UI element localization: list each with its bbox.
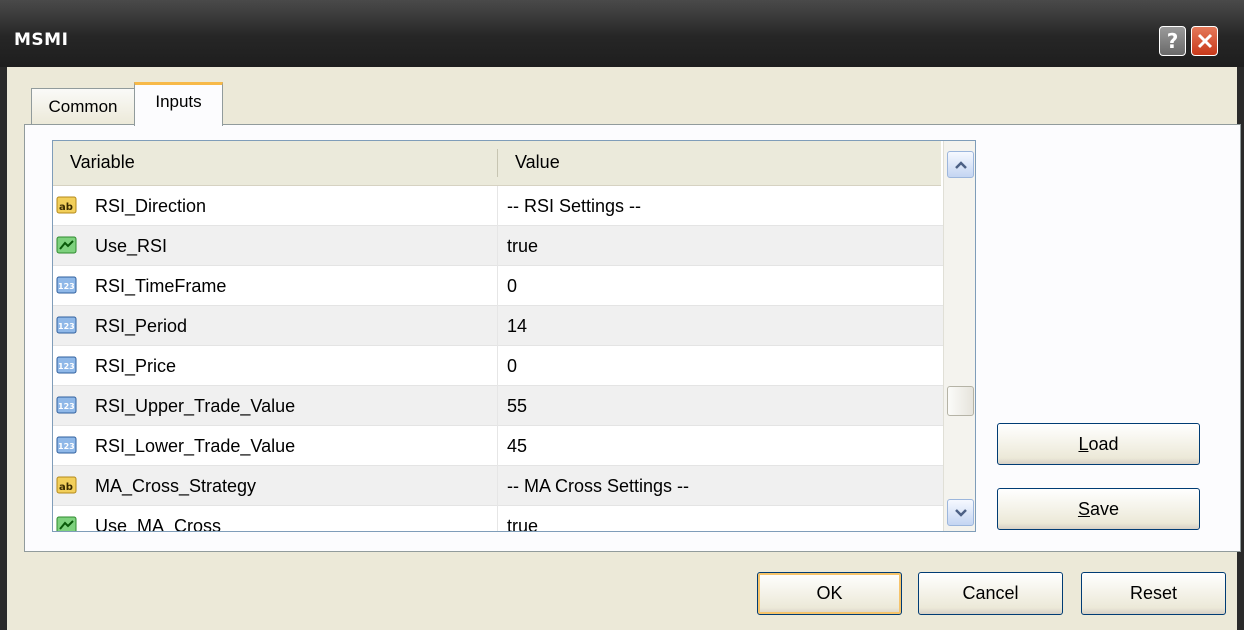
save-button[interactable]: Save — [997, 488, 1200, 530]
bool-type-icon — [56, 236, 77, 254]
chevron-down-icon — [954, 508, 967, 517]
table-row[interactable]: 123 RSI_Period 14 — [53, 306, 943, 346]
int-type-icon: 123 — [56, 356, 77, 374]
variable-name: RSI_Direction — [95, 196, 207, 216]
tab-common[interactable]: Common — [31, 88, 135, 125]
table-row[interactable]: ab RSI_Direction -- RSI Settings -- — [53, 186, 943, 226]
help-button[interactable]: ? — [1159, 26, 1186, 56]
svg-text:ab: ab — [59, 482, 73, 493]
cell-divider — [497, 426, 498, 466]
ok-button[interactable]: OK — [757, 572, 902, 615]
chevron-up-icon — [954, 160, 967, 169]
window-title: MSMI — [14, 30, 69, 50]
question-icon: ? — [1166, 29, 1179, 53]
svg-text:123: 123 — [58, 442, 75, 451]
variable-name: RSI_Lower_Trade_Value — [95, 436, 296, 456]
grid-rows: ab RSI_Direction -- RSI Settings -- Use_… — [53, 186, 943, 532]
column-divider[interactable] — [497, 149, 498, 177]
svg-text:123: 123 — [58, 402, 75, 411]
close-icon — [1197, 33, 1212, 49]
variable-name: MA_Cross_Strategy — [95, 476, 257, 496]
table-row[interactable]: Use_MA_Cross true — [53, 506, 943, 532]
cell-divider — [497, 506, 498, 531]
variable-value[interactable]: -- MA Cross Settings -- — [507, 476, 689, 497]
int-type-icon: 123 — [56, 316, 77, 334]
variable-name: Use_MA_Cross — [95, 516, 222, 532]
svg-text:123: 123 — [58, 322, 75, 331]
vertical-scrollbar[interactable] — [943, 141, 975, 531]
bool-type-icon — [56, 516, 77, 531]
table-row[interactable]: 123 RSI_TimeFrame 0 — [53, 266, 943, 306]
load-label: oad — [1088, 433, 1119, 454]
variable-value[interactable]: 14 — [507, 316, 527, 337]
scroll-down-button[interactable] — [947, 499, 974, 526]
properties-dialog: MSMI ? Common Inputs Variable Value ab R… — [0, 0, 1244, 630]
load-mnemonic: L — [1078, 433, 1089, 454]
table-row[interactable]: Use_RSI true — [53, 226, 943, 266]
cell-divider — [497, 386, 498, 426]
save-mnemonic: S — [1077, 498, 1090, 519]
table-row[interactable]: ab MA_Cross_Strategy -- MA Cross Setting… — [53, 466, 943, 506]
variable-value[interactable]: true — [507, 516, 538, 531]
column-header-value[interactable]: Value — [515, 152, 560, 173]
table-row[interactable]: 123 RSI_Upper_Trade_Value 55 — [53, 386, 943, 426]
cell-divider — [497, 466, 498, 506]
variable-name: RSI_Period — [95, 316, 188, 336]
table-row[interactable]: 123 RSI_Price 0 — [53, 346, 943, 386]
variable-name: RSI_TimeFrame — [95, 276, 227, 296]
inputs-grid: Variable Value ab RSI_Direction -- RSI S… — [52, 140, 976, 532]
string-type-icon: ab — [56, 476, 77, 494]
cell-divider — [497, 226, 498, 266]
variable-value[interactable]: 0 — [507, 356, 517, 377]
column-header-variable[interactable]: Variable — [70, 152, 135, 173]
svg-text:123: 123 — [58, 282, 75, 291]
grid-header: Variable Value — [53, 141, 941, 186]
variable-value[interactable]: 0 — [507, 276, 517, 297]
int-type-icon: 123 — [56, 396, 77, 414]
int-type-icon: 123 — [56, 436, 77, 454]
variable-value[interactable]: 45 — [507, 436, 527, 457]
reset-button[interactable]: Reset — [1081, 572, 1226, 615]
tab-inputs[interactable]: Inputs — [134, 82, 223, 126]
cell-divider — [497, 186, 498, 226]
variable-name: RSI_Upper_Trade_Value — [95, 396, 296, 416]
scroll-up-button[interactable] — [947, 151, 974, 178]
variable-name: Use_RSI — [95, 236, 168, 256]
variable-value[interactable]: true — [507, 236, 538, 257]
scrollbar-thumb[interactable] — [947, 386, 974, 416]
variable-value[interactable]: -- RSI Settings -- — [507, 196, 641, 217]
close-button[interactable] — [1191, 26, 1218, 56]
svg-text:ab: ab — [59, 202, 73, 213]
cell-divider — [497, 266, 498, 306]
svg-text:123: 123 — [58, 362, 75, 371]
window-frame-left — [0, 67, 7, 630]
load-button[interactable]: Load — [997, 423, 1200, 465]
cell-divider — [497, 306, 498, 346]
variable-value[interactable]: 55 — [507, 396, 527, 417]
variable-name: RSI_Price — [95, 356, 177, 376]
cell-divider — [497, 346, 498, 386]
int-type-icon: 123 — [56, 276, 77, 294]
save-label: ave — [1089, 498, 1120, 519]
string-type-icon: ab — [56, 196, 77, 214]
cancel-button[interactable]: Cancel — [918, 572, 1063, 615]
title-bar[interactable]: MSMI ? — [0, 0, 1244, 67]
table-row[interactable]: 123 RSI_Lower_Trade_Value 45 — [53, 426, 943, 466]
